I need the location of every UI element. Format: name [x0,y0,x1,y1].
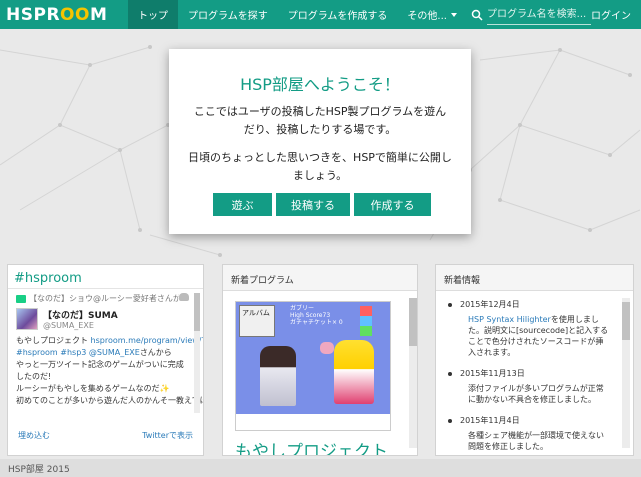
hud-line1: ガブリー [290,305,315,312]
pig-sprite [320,342,334,354]
search-box [471,0,591,29]
welcome-cta: 日頃のちょっとした思いつきを、HSPで簡単に公開し ましょう。 [169,149,471,185]
login-label: ログイン [591,11,631,22]
twitter-footer: 埋め込む Twitterで表示 [8,421,203,441]
brand-logo[interactable]: HSP R OO M [0,0,128,29]
tweet-line-text: もやしプロジェクト [16,336,91,345]
nav-more-label: その他... [407,11,447,22]
search-input[interactable] [486,4,591,25]
footer: HSP部屋 2015 [0,459,641,477]
tweet-line-text: さんから [139,348,172,357]
tweet-line: もやしプロジェクト hsproom.me/program/view/?... [16,335,203,347]
news-scrollbar[interactable] [622,298,630,448]
character-sprite [260,346,296,406]
news-header: 新着情報 [436,265,633,291]
new-programs-body: アルバム ガブリー High Score73 ガチャチケット× 0 [223,291,417,431]
program-thumbnail[interactable]: アルバム ガブリー High Score73 ガチャチケット× 0 [236,302,390,414]
news-date: 2015年12月4日 [460,300,520,309]
nav-top[interactable]: トップ [128,0,178,29]
scrollbar-thumb[interactable] [622,302,630,340]
tweet: 【なのだ】ショウ@ルーシー愛好者さんがリツイートしました 【なのだ】SUMA @… [8,289,203,421]
character-sprite [334,340,374,404]
album-box: アルバム [239,305,275,337]
nav-create-label: プログラムを作成する [287,11,388,22]
brand-part4: M [89,4,108,25]
program-card[interactable]: アルバム ガブリー High Score73 ガチャチケット× 0 [235,301,391,431]
tweet-link[interactable]: hsproom.me/program/view/?... [91,336,203,345]
news-date: 2015年11月4日 [460,416,520,425]
news-item: 2015年11月4日 各種シェア機能が一部環境で使えない問題を修正しました。 [448,415,633,452]
twitter-hashtag-title[interactable]: #hsproom [8,265,203,289]
welcome-cta-line2: ましょう。 [292,169,348,182]
tweet-line-text: やっと一万ツイート記念のゲームがついに完成したのだ! [16,360,184,381]
brand-part2: R [46,4,61,25]
tweet-line: #hsproom #hsp3 @SUMA_EXEさんから [16,347,189,359]
news-desc: 添付ファイルが多いプログラムが正常に動かない不具合を修正しました。 [468,384,604,404]
news-item: 2015年12月4日 HSP Syntax Hilighterを使用しました。説… [448,299,633,358]
tweet-line: 初めてのことが多いから遊んだ人のかんそ一教えてほし [16,395,203,407]
welcome-cta-line1: 日頃のちょっとした思いつきを、HSPで簡単に公開し [188,151,452,164]
scrollbar-thumb[interactable] [409,298,417,346]
brand-part1: HSP [6,4,47,25]
nav-more-dropdown[interactable]: その他... [397,0,467,29]
news-desc: 各種シェア機能が一部環境で使えない問題を修正しました。 [468,431,604,451]
nav-find-programs[interactable]: プログラムを探す [178,0,278,29]
welcome-intro-line2: だり、投稿したりする場です。 [243,123,397,136]
news-desc: HSP Syntax Hilighterを使用しました。説明文に[sourcec… [460,314,610,358]
twitter-widget: #hsproom 【なのだ】ショウ@ルーシー愛好者さんがリツイートしました 【な… [7,264,204,456]
news-link[interactable]: HSP Syntax Hilighter [468,315,551,324]
tweet-line-text: 初めてのことが多いから遊んだ人のかんそ一教えてほし [16,396,203,405]
login-link[interactable]: ログイン [591,0,631,29]
tweet-user-handle: @SUMA_EXE [43,321,94,330]
nav-create-program[interactable]: プログラムを作成する [278,0,398,29]
welcome-panel: HSP部屋へようこそ！ ここではユーザの投稿したHSP製プログラムを遊ん だり、投… [169,49,471,234]
new-programs-scrollbar[interactable] [409,298,417,448]
welcome-intro: ここではユーザの投稿したHSP製プログラムを遊ん だり、投稿したりする場です。 [169,103,471,139]
nav-find-label: プログラムを探す [188,11,268,22]
brand-part3: OO [60,4,90,25]
news-panel: 新着情報 2015年12月4日 HSP Syntax Hilighterを使用し… [435,264,634,456]
new-programs-panel: 新着プログラム アルバム ガブリー High Score73 ガチャチケット× … [222,264,418,456]
bullet [448,372,452,376]
tweet-line-text: ルーシーがもやしを集めるゲームなのだ✨ [16,384,170,393]
news-item: 2015年11月13日 添付ファイルが多いプログラムが正常に動かない不具合を修正… [448,368,633,405]
avatar[interactable] [16,308,38,330]
embed-link[interactable]: 埋め込む [18,430,50,441]
welcome-title: HSP部屋へようこそ！ [240,75,400,94]
bullet [448,419,452,423]
tweet-text: もやしプロジェクト hsproom.me/program/view/?... #… [16,335,203,407]
tweet-line: やっと一万ツイート記念のゲームがついに完成したのだ! [16,359,189,383]
hud-line3: ガチャチケット× 0 [290,319,343,326]
navbar: HSP R OO M トップ プログラムを探す プログラムを作成する その他... … [0,0,641,29]
twitter-scrollbar[interactable] [194,293,200,413]
welcome-intro-line1: ここではユーザの投稿したHSP製プログラムを遊ん [193,105,447,118]
welcome-buttons: 遊ぶ 投稿する 作成する [213,193,431,216]
new-programs-header: 新着プログラム [223,265,417,291]
play-button[interactable]: 遊ぶ [213,193,272,216]
program-title[interactable]: もやしプロジェクト [235,437,388,455]
tweet-hashtags[interactable]: #hsproom #hsp3 @SUMA_EXE [16,348,140,357]
twitter-bird-icon[interactable] [179,293,189,301]
news-list: 2015年12月4日 HSP Syntax Hilighterを使用しました。説… [436,291,633,452]
hud-line2: High Score73 [290,312,331,319]
news-date: 2015年11月13日 [460,369,525,378]
search-icon [471,9,483,21]
item-icons [360,306,372,336]
retweet-text: 【なのだ】ショウ@ルーシー愛好者さんがリツイートしました [29,294,179,303]
bullet [448,303,452,307]
game-hud: ガブリー High Score73 ガチャチケット× 0 [290,305,343,326]
create-button[interactable]: 作成する [354,193,431,216]
retweet-line: 【なのだ】ショウ@ルーシー愛好者さんがリツイートしました [16,293,189,304]
view-on-twitter-link[interactable]: Twitterで表示 [142,430,193,441]
post-button[interactable]: 投稿する [276,193,350,216]
tweet-user[interactable]: 【なのだ】SUMA @SUMA_EXE [16,308,189,330]
tweet-line: ルーシーがもやしを集めるゲームなのだ✨ [16,383,189,395]
nav-top-label: トップ [138,11,168,22]
caret-down-icon [450,12,457,17]
scrollbar-thumb[interactable] [194,293,200,331]
retweet-icon [16,294,26,303]
tweet-user-name: 【なのだ】SUMA [43,311,118,321]
